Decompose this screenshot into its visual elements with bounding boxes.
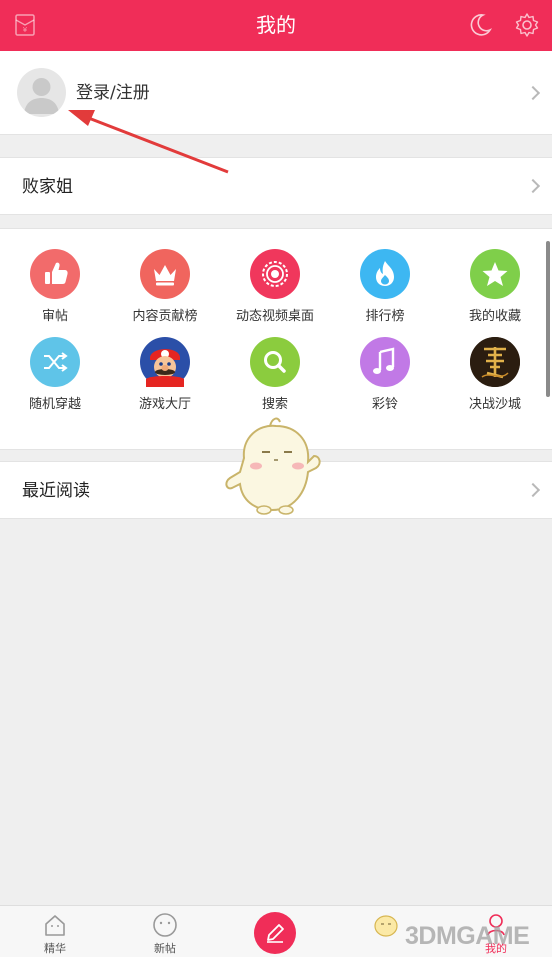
grid-item-video-wallpaper[interactable]: 动态视频桌面 bbox=[220, 229, 330, 324]
tab-featured[interactable]: 精华 bbox=[0, 906, 110, 957]
mascot-icon bbox=[225, 417, 321, 515]
watermark: 3DMGAME bbox=[405, 922, 530, 950]
baijiajie-row[interactable]: 败家姐 bbox=[0, 157, 552, 215]
grid-item-shacheng-game[interactable]: 决战沙城 bbox=[440, 317, 550, 412]
grid-item-label: 游戏大厅 bbox=[138, 397, 191, 412]
search-icon bbox=[250, 337, 300, 387]
house-icon bbox=[45, 915, 65, 936]
tab-label: 新帖 bbox=[154, 942, 176, 955]
mario-game-icon bbox=[140, 337, 190, 387]
login-register-label: 登录/注册 bbox=[76, 83, 150, 103]
record-icon bbox=[250, 249, 300, 299]
tab-new-posts[interactable]: 新帖 bbox=[110, 906, 220, 957]
music-note-icon bbox=[360, 337, 410, 387]
mascot-icon bbox=[374, 915, 398, 937]
thumbs-up-icon bbox=[30, 249, 80, 299]
grid-item-label: 决战沙城 bbox=[468, 397, 521, 412]
chevron-right-icon bbox=[525, 178, 541, 194]
grid-item-label: 随机穿越 bbox=[28, 397, 81, 412]
baijiajie-label: 败家姐 bbox=[22, 177, 73, 197]
chevron-right-icon bbox=[525, 85, 541, 100]
gear-icon[interactable] bbox=[514, 12, 540, 38]
avatar[interactable] bbox=[17, 68, 66, 117]
shuffle-icon bbox=[30, 337, 80, 387]
login-row[interactable]: 登录/注册 bbox=[0, 51, 552, 135]
grid-item-random[interactable]: 随机穿越 bbox=[0, 317, 110, 412]
grid-item-review[interactable]: 审帖 bbox=[0, 229, 110, 324]
moon-icon[interactable] bbox=[467, 12, 493, 38]
star-icon bbox=[470, 249, 520, 299]
grid-item-contribution-rank[interactable]: 内容贡献榜 bbox=[110, 229, 220, 324]
grid-item-ranking[interactable]: 排行榜 bbox=[330, 229, 440, 324]
grid-item-game-hall[interactable]: 游戏大厅 bbox=[110, 317, 220, 412]
tab-compose[interactable] bbox=[221, 906, 331, 957]
compose-icon bbox=[267, 924, 284, 943]
crown-icon bbox=[140, 249, 190, 299]
dragon-game-icon bbox=[470, 337, 520, 387]
top-bar: ¥ 我的 bbox=[0, 0, 552, 51]
compose-button[interactable] bbox=[254, 912, 296, 954]
default-avatar-icon bbox=[24, 78, 59, 114]
grid-item-favorites[interactable]: 我的收藏 bbox=[440, 229, 550, 324]
recent-reading-label: 最近阅读 bbox=[22, 481, 90, 501]
chevron-right-icon bbox=[525, 482, 541, 498]
smile-icon bbox=[153, 913, 177, 937]
grid-item-search[interactable]: 搜索 bbox=[220, 317, 330, 412]
grid-item-ringtone[interactable]: 彩铃 bbox=[330, 317, 440, 412]
tab-label: 精华 bbox=[44, 942, 66, 955]
grid-item-label: 彩铃 bbox=[371, 397, 398, 412]
flame-icon bbox=[360, 249, 410, 299]
